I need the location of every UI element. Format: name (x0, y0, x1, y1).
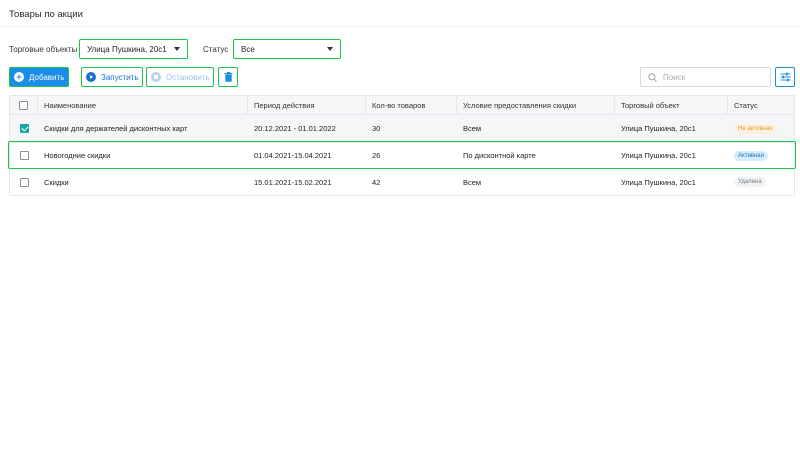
row-checkbox-cell (10, 143, 38, 168)
row-period: 01.04.2021-15.04.2021 (254, 151, 332, 160)
store-select[interactable]: Улица Пушкина, 20с1 (79, 39, 188, 59)
row-period: 15.01.2021-15.02.2021 (254, 177, 332, 187)
delete-button[interactable] (218, 67, 238, 87)
row-checkbox[interactable] (19, 124, 29, 133)
row-status-cell: Активная (728, 143, 794, 168)
table-header: Наименование Период действия Кол-во това… (10, 96, 794, 115)
select-all-checkbox[interactable] (19, 100, 28, 110)
add-button[interactable]: + Добавить (9, 67, 69, 87)
add-button-label: Добавить (29, 72, 65, 82)
row-condition: По дисконтной карте (463, 151, 536, 160)
column-header-status[interactable]: Статус (728, 96, 794, 114)
store-filter-label: Торговые объекты (9, 45, 78, 54)
start-button[interactable]: Запустить (81, 67, 143, 87)
column-header-name[interactable]: Наименование (38, 96, 248, 114)
row-name: Скидки (44, 177, 69, 187)
column-header-store[interactable]: Торговый объект (615, 96, 728, 114)
row-checkbox[interactable] (19, 151, 29, 160)
header-checkbox-cell (10, 96, 38, 114)
row-store: Улица Пушкина, 20с1 (621, 151, 696, 160)
promotions-table: Наименование Период действия Кол-во това… (9, 95, 795, 196)
stop-button-label: Остановить (166, 72, 210, 82)
table-row[interactable]: Скидки 15.01.2021-15.02.2021 42 Всем Ули… (10, 169, 794, 195)
search-box[interactable] (640, 67, 771, 87)
status-badge: Не активная (734, 123, 777, 134)
column-header-count[interactable]: Кол-во товаров (366, 96, 457, 114)
chevron-down-icon (174, 47, 180, 51)
sliders-icon (780, 72, 790, 82)
table-row[interactable]: Скидки для держателей дисконтных карт 20… (10, 115, 794, 143)
row-count: 30 (372, 124, 381, 133)
status-filter-label: Статус (203, 45, 229, 54)
status-badge: Активная (734, 150, 768, 161)
stop-circle-icon (151, 72, 161, 82)
row-store: Улица Пушкина, 20с1 (621, 124, 696, 133)
chevron-down-icon (327, 47, 333, 51)
stop-button[interactable]: Остановить (146, 67, 214, 87)
row-condition: Всем (463, 124, 482, 133)
store-select-value: Улица Пушкина, 20с1 (87, 44, 167, 54)
title-divider (0, 26, 800, 27)
row-count: 26 (372, 151, 381, 160)
status-select-value: Все (241, 44, 255, 54)
trash-icon (224, 72, 232, 82)
plus-circle-icon: + (14, 72, 24, 82)
play-circle-icon (86, 72, 96, 82)
row-period: 20.12.2021 - 01.01.2022 (254, 124, 336, 133)
start-button-label: Запустить (101, 72, 139, 82)
row-name: Скидки для держателей дисконтных карт (44, 124, 188, 133)
row-checkbox-cell (10, 115, 38, 142)
column-header-condition[interactable]: Условие предоставления скидки (457, 96, 615, 114)
row-checkbox-cell (10, 169, 38, 195)
row-count: 42 (372, 177, 381, 187)
status-badge: Удалена (734, 177, 766, 187)
search-icon (648, 72, 657, 82)
row-status-cell: Удалена (728, 169, 794, 195)
column-header-period[interactable]: Период действия (248, 96, 366, 114)
row-status-cell: Не активная (728, 115, 794, 142)
search-input[interactable] (663, 72, 763, 82)
row-condition: Всем (463, 177, 482, 187)
row-name: Новогодние скидки (44, 151, 111, 160)
page-title: Товары по акции (9, 9, 83, 20)
table-row[interactable]: Новогодние скидки 01.04.2021-15.04.2021 … (10, 143, 794, 169)
status-select[interactable]: Все (233, 39, 341, 59)
filter-settings-button[interactable] (775, 67, 795, 87)
row-checkbox[interactable] (19, 177, 29, 187)
row-store: Улица Пушкина, 20с1 (621, 177, 696, 187)
